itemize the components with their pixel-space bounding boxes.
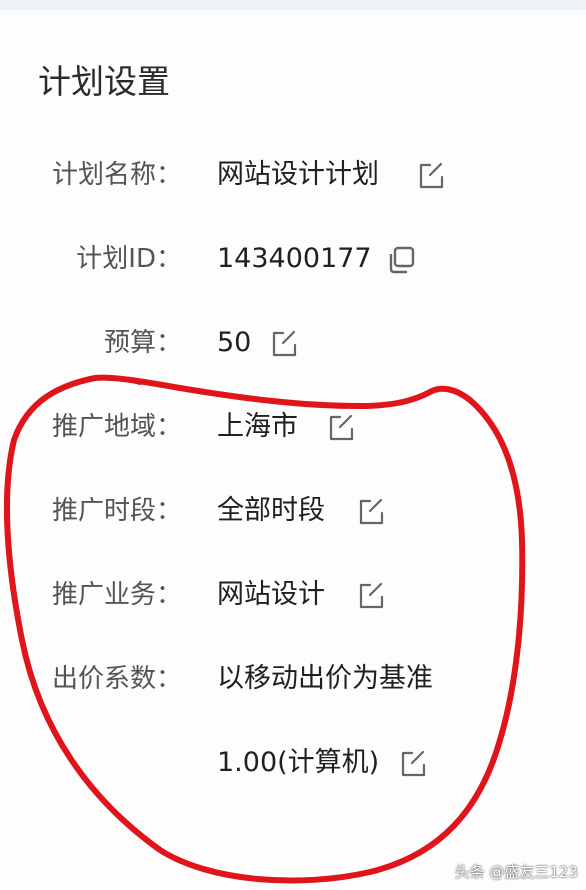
field-value-bid-factor-computer: 1.00(计算机): [217, 747, 380, 778]
field-row-bid-factor-value: 1.00(计算机): [0, 741, 586, 785]
field-row-schedule: 推广时段： 全部时段: [0, 489, 586, 533]
field-value-plan-id: 143400177: [217, 243, 372, 274]
field-value-schedule: 全部时段: [217, 495, 325, 526]
field-label-budget: 预算：: [103, 328, 182, 358]
field-value-budget: 50: [217, 327, 252, 358]
field-row-business: 推广业务： 网站设计: [0, 573, 586, 617]
edit-icon[interactable]: [416, 161, 446, 191]
field-row-budget: 预算： 50: [0, 321, 586, 365]
field-row-plan-id: 计划ID： 143400177: [0, 237, 586, 281]
field-label-plan-id: 计划ID：: [76, 244, 182, 274]
field-label-region: 推广地域：: [51, 412, 182, 442]
top-bar: [0, 0, 586, 10]
field-row-bid-factor: 出价系数： 以移动出价为基准: [0, 657, 586, 701]
watermark: 头条 @盛友三123: [454, 863, 578, 881]
edit-icon[interactable]: [269, 329, 299, 359]
field-value-plan-name: 网站设计计划: [217, 159, 379, 190]
copy-icon[interactable]: [386, 245, 416, 275]
edit-icon[interactable]: [326, 413, 356, 443]
field-value-bid-factor-basis: 以移动出价为基准: [217, 663, 433, 694]
field-value-region: 上海市: [217, 411, 298, 442]
edit-icon[interactable]: [356, 497, 386, 527]
field-label-business: 推广业务：: [51, 580, 182, 610]
field-label-bid-factor: 出价系数：: [51, 664, 182, 694]
field-row-plan-name: 计划名称： 网站设计计划: [0, 153, 586, 197]
field-value-business: 网站设计: [217, 579, 325, 610]
field-row-region: 推广地域： 上海市: [0, 405, 586, 449]
panel-title: 计划设置: [38, 62, 170, 101]
edit-icon[interactable]: [398, 749, 428, 779]
field-label-schedule: 推广时段：: [51, 496, 182, 526]
field-label-plan-name: 计划名称：: [51, 160, 182, 190]
edit-icon[interactable]: [356, 581, 386, 611]
